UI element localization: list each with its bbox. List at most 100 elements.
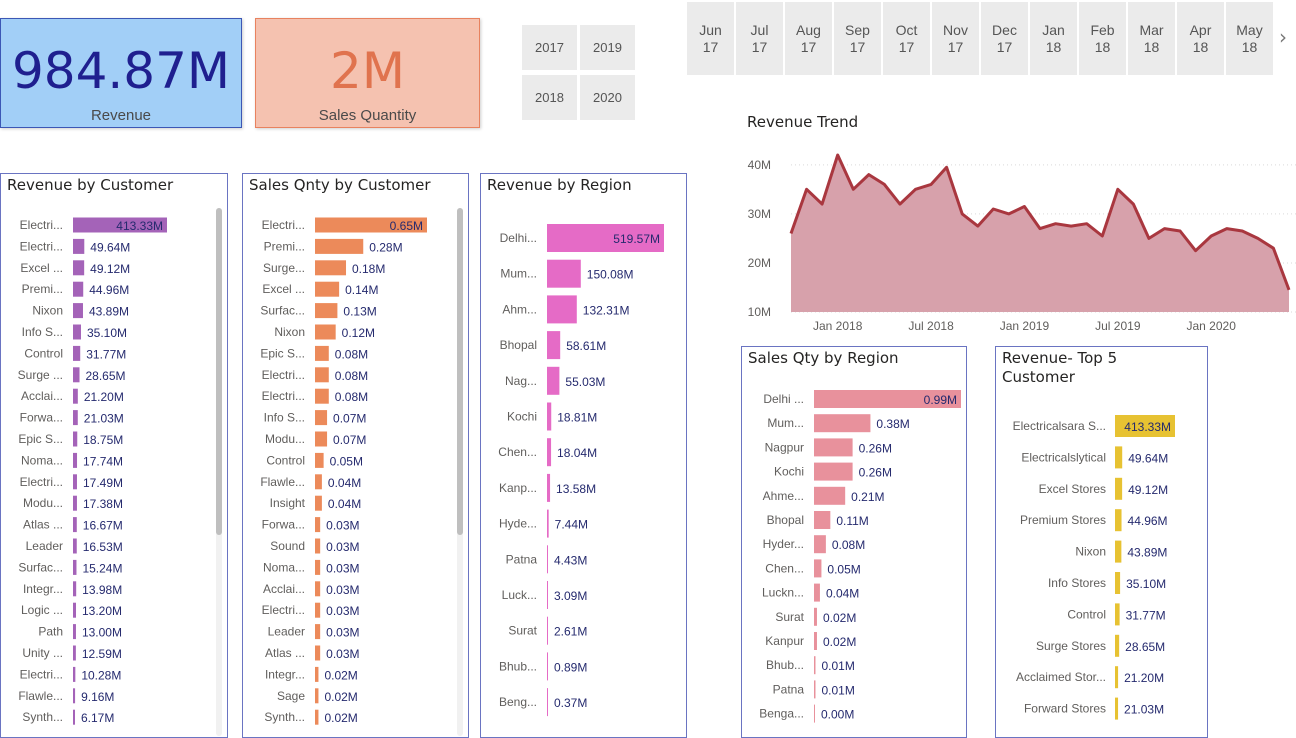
bar[interactable] xyxy=(73,559,77,575)
revenue-kpi-card[interactable]: 984.87M Revenue xyxy=(0,18,242,128)
bar[interactable] xyxy=(547,509,549,538)
bar[interactable] xyxy=(73,645,76,661)
bar[interactable] xyxy=(315,495,322,511)
year-slicer-2017[interactable]: 2017 xyxy=(522,25,577,70)
bar[interactable] xyxy=(814,486,846,505)
bar[interactable] xyxy=(814,680,816,699)
bar[interactable] xyxy=(73,452,78,468)
bar[interactable] xyxy=(73,538,77,554)
scrollbar[interactable] xyxy=(216,208,222,736)
month-slicer-nov-17[interactable]: Nov 17 xyxy=(932,2,979,75)
bar[interactable] xyxy=(73,431,78,447)
bar[interactable] xyxy=(315,666,319,682)
bar[interactable] xyxy=(315,367,329,383)
bar[interactable] xyxy=(315,388,329,404)
bar[interactable] xyxy=(315,559,321,575)
bar[interactable] xyxy=(315,517,321,533)
bar[interactable] xyxy=(547,438,552,467)
bar[interactable] xyxy=(315,709,319,725)
bar[interactable] xyxy=(1115,572,1121,594)
bar[interactable] xyxy=(547,581,548,609)
bar[interactable] xyxy=(547,688,548,717)
scrollbar-thumb[interactable] xyxy=(457,208,463,536)
bar[interactable] xyxy=(547,295,577,324)
bar[interactable] xyxy=(547,473,551,502)
bar[interactable] xyxy=(73,238,85,254)
bar[interactable] xyxy=(73,624,76,640)
bar[interactable] xyxy=(73,324,81,340)
bar[interactable] xyxy=(73,666,76,682)
bar[interactable] xyxy=(315,645,321,661)
bar[interactable] xyxy=(814,535,826,554)
month-slicer-oct-17[interactable]: Oct 17 xyxy=(883,2,930,75)
bar[interactable] xyxy=(73,281,84,297)
bar[interactable] xyxy=(73,495,77,511)
bar[interactable] xyxy=(547,402,552,431)
bar[interactable] xyxy=(1115,540,1122,563)
bar[interactable] xyxy=(315,538,321,554)
bar[interactable] xyxy=(315,238,364,254)
bar[interactable] xyxy=(814,438,853,457)
month-slicer-may-18[interactable]: May 18 xyxy=(1226,2,1273,75)
bar[interactable] xyxy=(73,688,76,704)
bar[interactable] xyxy=(315,452,324,468)
bar[interactable] xyxy=(547,259,581,288)
bar[interactable] xyxy=(814,414,871,433)
bar[interactable] xyxy=(814,583,820,602)
bar[interactable] xyxy=(1115,603,1120,626)
bar[interactable] xyxy=(814,607,817,626)
month-slicer-feb-18[interactable]: Feb 18 xyxy=(1079,2,1126,75)
bar[interactable] xyxy=(73,260,85,276)
bar[interactable] xyxy=(73,367,80,383)
bar[interactable] xyxy=(73,388,78,404)
bar[interactable] xyxy=(73,709,75,725)
month-slicer-jun-17[interactable]: Jun 17 xyxy=(687,2,734,75)
bar[interactable] xyxy=(1115,477,1123,500)
bar[interactable] xyxy=(315,324,336,340)
bar[interactable] xyxy=(315,431,328,447)
year-slicer-2018[interactable]: 2018 xyxy=(522,75,577,120)
bar[interactable] xyxy=(1115,666,1119,689)
bar[interactable] xyxy=(73,517,77,533)
month-slicer-jan-18[interactable]: Jan 18 xyxy=(1030,2,1077,75)
month-slicer-apr-18[interactable]: Apr 18 xyxy=(1177,2,1224,75)
month-slicer-aug-17[interactable]: Aug 17 xyxy=(785,2,832,75)
month-slicer-sep-17[interactable]: Sep 17 xyxy=(834,2,881,75)
quantity-kpi-card[interactable]: 2M Sales Quantity xyxy=(255,18,480,128)
bar[interactable] xyxy=(814,656,816,675)
bar[interactable] xyxy=(814,632,817,650)
bar[interactable] xyxy=(547,366,560,395)
bar[interactable] xyxy=(547,331,561,360)
scrollbar[interactable] xyxy=(457,208,463,736)
bar[interactable] xyxy=(814,559,822,578)
bar[interactable] xyxy=(315,303,338,319)
bar[interactable] xyxy=(315,602,321,618)
chevron-right-icon[interactable]: › xyxy=(1272,22,1294,52)
bar[interactable] xyxy=(1115,446,1123,469)
bar[interactable] xyxy=(315,624,321,640)
bar[interactable] xyxy=(1115,697,1119,720)
bar[interactable] xyxy=(73,474,77,490)
bar[interactable] xyxy=(73,602,77,618)
year-slicer-2019[interactable]: 2019 xyxy=(580,25,635,70)
bar[interactable] xyxy=(547,616,548,645)
bar[interactable] xyxy=(315,281,340,297)
bar[interactable] xyxy=(315,260,347,276)
bar[interactable] xyxy=(1115,509,1122,532)
bar[interactable] xyxy=(814,704,815,723)
year-slicer-2020[interactable]: 2020 xyxy=(580,75,635,120)
bar[interactable] xyxy=(1115,634,1120,657)
bar[interactable] xyxy=(547,545,548,574)
bar[interactable] xyxy=(315,688,319,704)
bar[interactable] xyxy=(315,581,321,597)
bar[interactable] xyxy=(73,303,83,319)
bar[interactable] xyxy=(315,345,329,361)
scrollbar-thumb[interactable] xyxy=(216,208,222,536)
bar[interactable] xyxy=(315,410,328,426)
month-slicer-mar-18[interactable]: Mar 18 xyxy=(1128,2,1175,75)
bar[interactable] xyxy=(315,474,322,490)
month-slicer-jul-17[interactable]: Jul 17 xyxy=(736,2,783,75)
bar[interactable] xyxy=(73,581,77,597)
bar[interactable] xyxy=(547,652,548,681)
bar[interactable] xyxy=(73,345,81,361)
